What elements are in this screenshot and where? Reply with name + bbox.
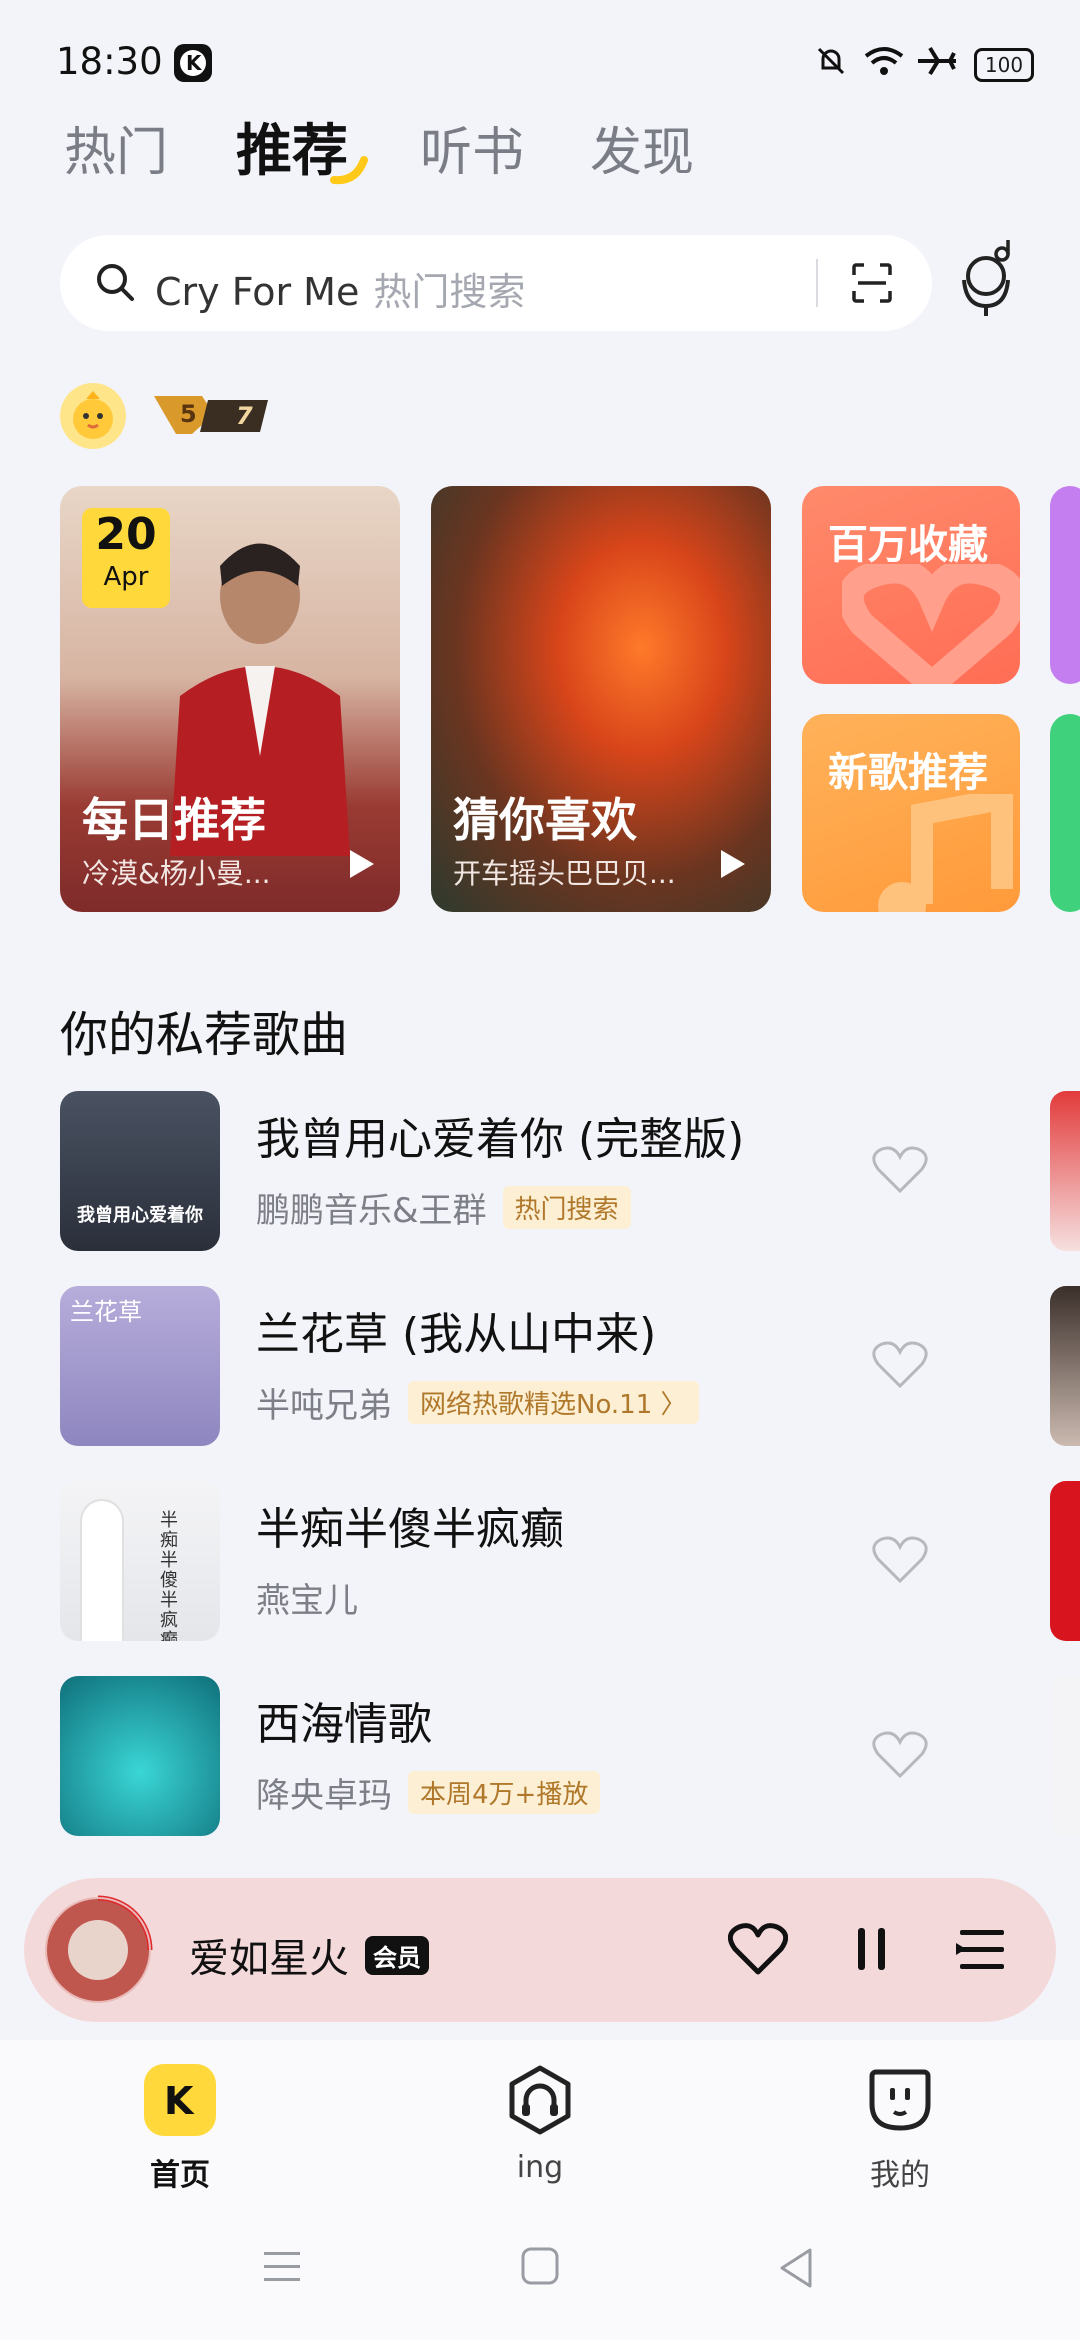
next-card-peek-1[interactable] <box>1050 486 1080 684</box>
nav-ing-label: ing <box>516 2150 564 2185</box>
like-heart-icon[interactable] <box>872 1340 928 1394</box>
voice-search-icon[interactable] <box>956 240 1022 324</box>
guess-you-like-card[interactable]: 猜你喜欢 开车摇头巴巴贝... <box>431 486 771 912</box>
song-row-1[interactable]: 我曾用心爱着你 我曾用心爱着你 (完整版) 鹏鹏音乐&王群 热门搜索 <box>60 1091 1060 1251</box>
search-divider <box>816 259 818 307</box>
tab-active-indicator <box>330 156 370 190</box>
member-badge: 会员 <box>365 1936 429 1975</box>
song-row-2[interactable]: 兰花草 兰花草 (我从山中来) 半吨兄弟 网络热歌精选No.11 〉 <box>60 1286 1060 1446</box>
back-triangle-icon[interactable] <box>776 2246 816 2294</box>
song-title-1: 我曾用心爱着你 (完整版) <box>256 1114 745 1165</box>
song-cover-3: 半痴半傻半疯癫 <box>60 1481 220 1641</box>
player-song-title: 爱如星火 会员 <box>189 1926 429 1984</box>
system-nav-bar <box>0 2210 1080 2340</box>
scan-icon[interactable] <box>848 259 896 311</box>
song-tag-1: 热门搜索 <box>502 1186 631 1229</box>
vip-level-number: 5 <box>180 400 197 428</box>
daily-card-title: 每日推荐 <box>82 793 266 847</box>
airplane-mode-icon <box>916 44 958 82</box>
bottom-nav: K 首页 ing 我的 <box>0 2040 1080 2210</box>
battery-icon: 100 <box>974 48 1034 82</box>
heart-decoration-icon <box>837 557 1020 684</box>
nav-ing[interactable]: ing <box>440 2052 640 2192</box>
song-title-2: 兰花草 (我从山中来) <box>256 1309 657 1360</box>
song-title-4: 西海情歌 <box>256 1699 432 1750</box>
mini-player[interactable]: 爱如星火 会员 <box>24 1878 1056 2022</box>
song-tag-2: 网络热歌精选No.11 〉 <box>408 1381 699 1424</box>
million-card-title: 百万收藏 <box>828 522 988 568</box>
home-icon: K <box>144 2064 216 2136</box>
like-heart-icon[interactable] <box>872 1145 928 1199</box>
nav-home-label: 首页 <box>150 2158 210 2193</box>
search-placeholder: 热门搜索 <box>373 270 526 314</box>
song-artist-3: 燕宝儿 <box>256 1581 358 1621</box>
playlist-icon[interactable] <box>956 1926 1008 1978</box>
date-day: 20 <box>95 509 157 560</box>
headphones-icon <box>506 2064 574 2140</box>
user-avatar[interactable] <box>60 383 126 449</box>
next-column-cover-peek-2[interactable] <box>1050 1286 1080 1446</box>
next-column-cover-peek-4[interactable] <box>1050 1676 1080 1836</box>
like-heart-icon[interactable] <box>872 1535 928 1589</box>
tab-hot[interactable]: 热门 <box>64 110 168 185</box>
nav-mine[interactable]: 我的 <box>800 2052 1000 2193</box>
nav-home[interactable]: K 首页 <box>80 2052 280 2193</box>
date-badge: 20 Apr <box>82 508 170 608</box>
vip-level-count: 7 <box>236 402 253 430</box>
song-row-4[interactable]: 西海情歌 降央卓玛 本周4万+播放 <box>60 1676 1060 1836</box>
nav-mine-label: 我的 <box>870 2158 930 2193</box>
app-notification-icon: K <box>174 44 212 82</box>
player-album-art[interactable] <box>40 1892 156 2008</box>
song-tag-4: 本周4万+播放 <box>408 1771 601 1814</box>
svg-text:K: K <box>164 2079 195 2123</box>
home-square-icon[interactable] <box>520 2246 560 2290</box>
song-cover-2: 兰花草 <box>60 1286 220 1446</box>
recent-apps-icon[interactable] <box>262 2248 302 2288</box>
song-row-3[interactable]: 半痴半傻半疯癫 半痴半傻半疯癫 燕宝儿 <box>60 1481 1060 1641</box>
next-column-cover-peek-1[interactable] <box>1050 1091 1080 1251</box>
like-heart-icon[interactable] <box>872 1730 928 1784</box>
guess-card-title: 猜你喜欢 <box>453 793 637 847</box>
search-bar[interactable]: Cry For Me 热门搜索 <box>60 235 932 331</box>
smiley-profile-icon <box>866 2064 934 2140</box>
svg-text:K: K <box>186 51 203 75</box>
next-column-cover-peek-3[interactable] <box>1050 1481 1080 1641</box>
status-time: 18:30 <box>56 40 163 83</box>
song-artist-4: 降央卓玛 本周4万+播放 <box>256 1768 601 1817</box>
song-artist-1: 鹏鹏音乐&王群 热门搜索 <box>256 1183 631 1232</box>
guess-play-icon[interactable] <box>715 846 749 886</box>
next-card-peek-2[interactable] <box>1050 714 1080 912</box>
search-icon <box>94 261 138 309</box>
daily-play-icon[interactable] <box>344 846 378 886</box>
search-query: Cry For Me <box>155 270 360 314</box>
tab-audiobook[interactable]: 听书 <box>420 110 524 185</box>
daily-card-subtitle: 冷漠&杨小曼... <box>82 857 271 890</box>
song-cover-4 <box>60 1676 220 1836</box>
section-title: 你的私荐歌曲 <box>60 1007 349 1063</box>
million-collection-card[interactable]: 百万收藏 <box>802 486 1020 684</box>
new-songs-card-title: 新歌推荐 <box>828 750 988 796</box>
guess-card-subtitle: 开车摇头巴巴贝... <box>453 857 676 890</box>
search-input[interactable]: Cry For Me 热门搜索 <box>155 261 525 316</box>
vip-level-badge[interactable]: 57 <box>152 390 272 438</box>
mute-bell-icon <box>814 44 848 82</box>
pause-icon[interactable] <box>852 1924 892 1978</box>
date-month: Apr <box>103 562 149 592</box>
song-artist-2: 半吨兄弟 网络热歌精选No.11 〉 <box>256 1378 699 1427</box>
song-cover-1: 我曾用心爱着你 <box>60 1091 220 1251</box>
tab-discover[interactable]: 发现 <box>590 110 694 185</box>
new-songs-card[interactable]: 新歌推荐 <box>802 714 1020 912</box>
status-bar: 18:30 K 100 <box>0 0 1080 120</box>
music-note-decoration-icon <box>872 785 1020 912</box>
wifi-icon <box>862 44 906 82</box>
song-title-3: 半痴半傻半疯癫 <box>256 1504 564 1555</box>
player-like-icon[interactable] <box>727 1922 789 1980</box>
daily-recommend-card[interactable]: 20 Apr 每日推荐 冷漠&杨小曼... <box>60 486 400 912</box>
